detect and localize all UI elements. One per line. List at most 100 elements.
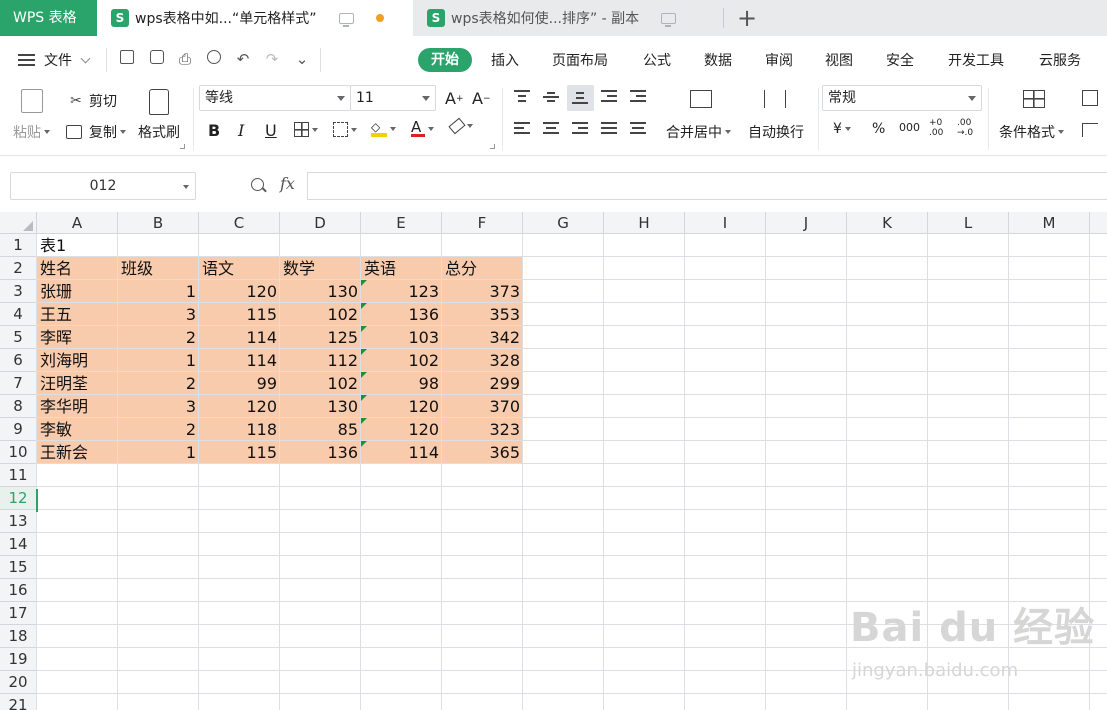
font-name-select[interactable]: 等线 [199,85,351,111]
formula-input[interactable] [307,172,1107,200]
italic-button[interactable]: I [238,121,244,140]
row-header-13[interactable]: 13 [0,510,37,533]
distributed-icon[interactable] [630,122,646,136]
align-bottom-icon[interactable] [572,90,588,104]
header-cell-b[interactable]: 班级 [118,257,199,280]
row-header-19[interactable]: 19 [0,648,37,671]
table-cell[interactable]: 120 [361,418,442,441]
tab-cloud[interactable]: 云服务 [1039,50,1081,70]
cell-style-button[interactable] [333,122,357,137]
unsaved-dot-icon[interactable] [375,14,384,22]
table-cell[interactable]: 3 [118,303,199,326]
row-header-21[interactable]: 21 [0,694,37,710]
merge-center-button[interactable]: 合并居中 [666,122,731,142]
table-cell[interactable]: 102 [280,372,361,395]
row-header-8[interactable]: 8 [0,395,37,418]
table-cell[interactable]: 120 [199,395,280,418]
number-format-select[interactable]: 常规 [822,85,982,111]
row-header-5[interactable]: 5 [0,326,37,349]
table-cell[interactable]: 118 [199,418,280,441]
column-header-k[interactable]: K [847,212,928,234]
table-cell[interactable]: 123 [361,280,442,303]
row-header-14[interactable]: 14 [0,533,37,556]
tab-home[interactable]: 开始 [418,48,472,72]
table-cell[interactable]: 114 [199,349,280,372]
cell-a1[interactable]: 表1 [37,234,118,257]
table-cell[interactable]: 130 [280,280,361,303]
error-indicator-icon[interactable] [361,303,367,309]
table-cell[interactable]: 130 [280,395,361,418]
increase-decimal-button[interactable]: +0 .00 [929,118,943,138]
thousands-button[interactable]: 000 [899,121,920,134]
paintbrush-icon[interactable] [149,89,169,115]
column-header-l[interactable]: L [928,212,1009,234]
percent-button[interactable]: % [872,121,885,137]
table-cell[interactable]: 99 [199,372,280,395]
column-header-b[interactable]: B [118,212,199,234]
error-indicator-icon[interactable] [361,395,367,401]
table-cell[interactable]: 112 [280,349,361,372]
undo-icon[interactable]: ↶ [233,49,253,69]
table-cell[interactable]: 353 [442,303,523,326]
table-cell[interactable]: 120 [361,395,442,418]
font-size-select[interactable]: 11 [350,85,436,111]
row-header-3[interactable]: 3 [0,280,37,303]
name-box[interactable]: 012 [10,172,196,200]
doc-tab-2[interactable]: S wps表格如何使...排序” - 副本 [413,0,723,36]
tab-page-layout[interactable]: 页面布局 [552,50,608,70]
table-cell[interactable]: 323 [442,418,523,441]
table-cell[interactable]: 136 [361,303,442,326]
clipboard-dialog-launcher[interactable] [180,144,185,149]
table-cell[interactable]: 115 [199,303,280,326]
print-preview-icon[interactable] [204,49,224,69]
select-all-corner[interactable] [0,212,37,234]
underline-button[interactable]: U [265,121,277,140]
paste-label[interactable]: 粘贴 [13,122,50,142]
currency-button[interactable]: ¥ [833,121,851,137]
error-indicator-icon[interactable] [361,326,367,332]
column-header-g[interactable]: G [523,212,604,234]
table-cell[interactable]: 王新会 [37,441,118,464]
decrease-indent-icon[interactable] [601,90,617,104]
column-header-j[interactable]: J [766,212,847,234]
error-indicator-icon[interactable] [361,349,367,355]
bold-button[interactable]: B [208,121,220,140]
row-header-12[interactable]: 12 [0,487,37,510]
justify-icon[interactable] [601,122,617,136]
table-cell[interactable]: 3 [118,395,199,418]
table-cell[interactable]: 李晖 [37,326,118,349]
table-cell[interactable]: 115 [199,441,280,464]
row-header-1[interactable]: 1 [0,234,37,257]
table-cell[interactable]: 1 [118,349,199,372]
tab-formulas[interactable]: 公式 [643,50,671,70]
tab-insert[interactable]: 插入 [491,50,519,70]
tab-data[interactable]: 数据 [704,50,732,70]
decrease-decimal-button[interactable]: .00 →.0 [957,118,973,138]
column-header-h[interactable]: H [604,212,685,234]
font-color-button[interactable]: A [411,120,434,137]
fx-icon[interactable]: fx [280,174,295,193]
increase-font-icon[interactable]: A + [445,89,464,108]
header-cell-c[interactable]: 语文 [199,257,280,280]
increase-indent-icon[interactable] [630,90,646,104]
align-right-icon[interactable] [572,122,588,136]
tab-developer[interactable]: 开发工具 [948,50,1004,70]
row-header-15[interactable]: 15 [0,556,37,579]
doc-tab-1[interactable]: S wps表格中如...“单元格样式” [97,0,413,36]
column-header-f[interactable]: F [442,212,523,234]
table-cell[interactable]: 365 [442,441,523,464]
print-icon[interactable]: ⎙ [175,49,195,69]
row-header-7[interactable]: 7 [0,372,37,395]
row-header-17[interactable]: 17 [0,602,37,625]
align-middle-icon[interactable] [543,90,559,104]
row-header-20[interactable]: 20 [0,671,37,694]
app-tab[interactable]: WPS 表格 [0,0,97,36]
table-cell[interactable]: 2 [118,372,199,395]
conditional-format-icon[interactable] [1023,90,1045,108]
align-center-icon[interactable] [543,122,559,136]
table-cell[interactable]: 王五 [37,303,118,326]
table-cell[interactable]: 125 [280,326,361,349]
zoom-icon[interactable] [251,178,264,191]
row-header-11[interactable]: 11 [0,464,37,487]
column-header-e[interactable]: E [361,212,442,234]
